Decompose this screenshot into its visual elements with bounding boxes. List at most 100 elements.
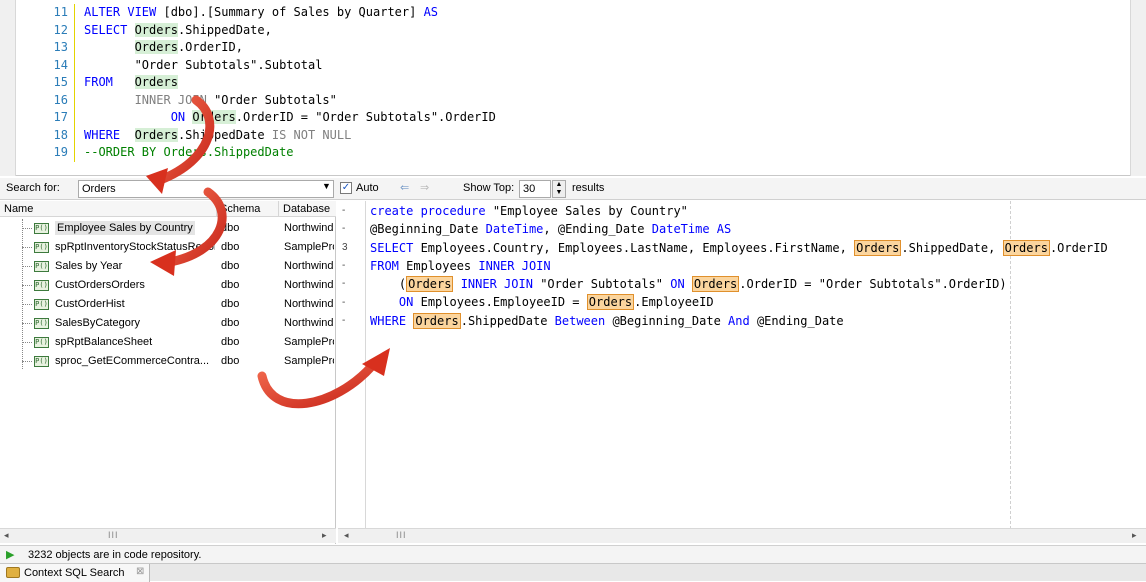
code-token: create procedure	[370, 204, 493, 218]
line-number: 16	[53, 92, 68, 107]
show-top-spinner[interactable]: ▲ ▼	[552, 180, 566, 198]
code-token: .EmployeeID	[634, 295, 714, 310]
code-token: [dbo].[Summary of Sales by Quarter]	[163, 5, 424, 19]
close-tab-icon[interactable]: ⊠	[136, 566, 144, 577]
line-number: 19	[53, 145, 68, 159]
code-token: ON	[398, 295, 421, 310]
table-row[interactable]: P() SalesByCategory dbo Northwind	[0, 314, 336, 333]
tab-context-sql-search[interactable]: Context SQL Search ⊠	[0, 564, 150, 582]
table-row[interactable]: P() sproc_GetECommerceContra... dbo SampleP…	[0, 352, 336, 371]
previous-result-icon[interactable]: ⇐	[400, 181, 409, 194]
code-token: AS	[423, 5, 439, 19]
stored-procedure-icon: P()	[34, 337, 49, 348]
results-horizontal-scrollbar[interactable]: ◂ III ▸	[0, 528, 336, 543]
code-token: "Employee Sales by Country"	[492, 204, 688, 218]
code-token: @Beginning_Date	[370, 222, 486, 237]
search-history-dropdown-icon[interactable]: ▼	[322, 181, 331, 191]
column-header-name[interactable]: Name	[4, 203, 33, 215]
line-number: 13	[53, 40, 68, 54]
code-line: 16 INNER JOIN "Order Subtotals"	[40, 91, 496, 109]
line-number: 14	[53, 57, 68, 72]
code-token: SELECT	[84, 22, 135, 37]
status-text: 3232 objects are in code repository.	[28, 549, 202, 561]
code-token: IS NOT NULL	[271, 127, 352, 142]
code-token: INNER JOIN	[478, 258, 551, 273]
gutter-mark: 3	[342, 241, 348, 253]
code-token: INNER JOIN	[453, 277, 541, 292]
code-token: ON	[170, 110, 193, 124]
scroll-grip[interactable]: III	[108, 530, 119, 540]
code-text: Orders.OrderID,	[84, 40, 243, 54]
stored-procedure-icon: P()	[34, 242, 49, 253]
editor-vertical-scrollbar[interactable]	[1130, 0, 1146, 176]
code-line: 18 WHERE Orders.ShippedDate IS NOT NULL	[40, 126, 496, 144]
scroll-right-icon[interactable]: ▸	[322, 530, 327, 541]
code-line: 12 SELECT Orders.ShippedDate,	[40, 21, 496, 39]
code-token: Between	[554, 313, 613, 328]
row-database: SamplePro	[284, 355, 334, 367]
play-icon[interactable]: ▶	[6, 548, 14, 561]
row-database: SamplePro	[284, 241, 334, 253]
table-row[interactable]: P() CustOrderHist dbo Northwind	[0, 295, 336, 314]
code-text: ALTER VIEW [dbo].[Summary of Sales by Qu…	[84, 5, 438, 19]
results-label: results	[572, 182, 605, 194]
code-token: ON	[670, 277, 692, 292]
table-row[interactable]: P() Sales by Year dbo Northwind	[0, 257, 336, 276]
code-text: SELECT Orders.ShippedDate,	[84, 22, 272, 37]
code-line: 15 FROM Orders	[40, 74, 496, 92]
scroll-left-icon[interactable]: ◂	[344, 530, 349, 541]
table-row[interactable]: P() spRptBalanceSheet dbo SamplePro	[0, 333, 336, 352]
results-table-body: P() Employee Sales by Country dbo Northwind…	[0, 219, 336, 371]
auto-label: Auto	[356, 182, 379, 194]
code-token: "Order Subtotals".Subtotal	[84, 57, 323, 72]
top-code-editor[interactable]: 11 ALTER VIEW [dbo].[Summary of Sales by …	[0, 0, 1146, 176]
column-header-database[interactable]: Database	[283, 203, 330, 215]
search-match-highlight: Orders	[192, 110, 236, 124]
code-token: SELECT	[370, 240, 421, 255]
search-match-highlight: Orders	[413, 312, 461, 329]
code-token: DateTime	[485, 222, 544, 237]
row-database: Northwind	[284, 279, 334, 291]
row-name: spRptBalanceSheet	[55, 336, 153, 348]
code-token: FROM	[370, 258, 407, 273]
stored-procedure-icon: P()	[34, 261, 49, 272]
row-name: CustOrderHist	[55, 298, 125, 310]
row-name: CustOrdersOrders	[55, 279, 145, 291]
auto-checkbox[interactable]: ✓	[340, 182, 352, 194]
show-top-input[interactable]	[519, 180, 551, 198]
scroll-left-icon[interactable]: ◂	[4, 530, 9, 541]
code-token: Employees.Country, Employees.LastName, E…	[420, 240, 855, 255]
search-match-highlight: Orders	[134, 22, 178, 37]
line-number: 18	[53, 127, 68, 142]
scroll-grip[interactable]: III	[396, 530, 407, 540]
search-input[interactable]	[78, 180, 334, 198]
stored-procedure-icon: P()	[34, 280, 49, 291]
code-token: Employees.EmployeeID =	[420, 295, 587, 310]
code-token: .OrderID = "Order Subtotals".OrderID	[235, 110, 496, 124]
code-token: And	[728, 313, 757, 328]
next-result-icon[interactable]: ⇒	[420, 181, 429, 194]
scroll-right-icon[interactable]: ▸	[1132, 530, 1137, 541]
results-table-header: Name Schema Database	[0, 201, 336, 217]
line-number: 11	[53, 5, 68, 19]
code-token: --ORDER BY Orders.ShippedDate	[84, 145, 294, 159]
table-row[interactable]: P() Employee Sales by Country dbo Northwind	[0, 219, 336, 238]
table-row[interactable]: P() spRptInventoryStockStatusReport dbo Sam…	[0, 238, 336, 257]
gutter-mark: -	[342, 205, 346, 216]
row-name: Sales by Year	[55, 260, 123, 272]
code-token: @Ending_Date	[756, 313, 844, 328]
row-database: Northwind	[284, 260, 334, 272]
row-schema: dbo	[221, 222, 240, 234]
table-row[interactable]: P() CustOrdersOrders dbo Northwind	[0, 276, 336, 295]
row-schema: dbo	[221, 355, 240, 367]
row-schema: dbo	[221, 260, 240, 272]
code-line: create procedure "Employee Sales by Coun…	[370, 202, 1108, 220]
procedure-preview-panel[interactable]: - - 3 - - - - create procedure "Employee Sales…	[338, 201, 1146, 544]
search-match-highlight: Orders	[134, 40, 178, 54]
preview-horizontal-scrollbar[interactable]: ◂ III ▸	[338, 528, 1146, 543]
row-schema: dbo	[221, 298, 240, 310]
column-header-schema[interactable]: Schema	[220, 203, 260, 215]
results-list-panel: Name Schema Database P() Employee Sales b…	[0, 201, 336, 544]
